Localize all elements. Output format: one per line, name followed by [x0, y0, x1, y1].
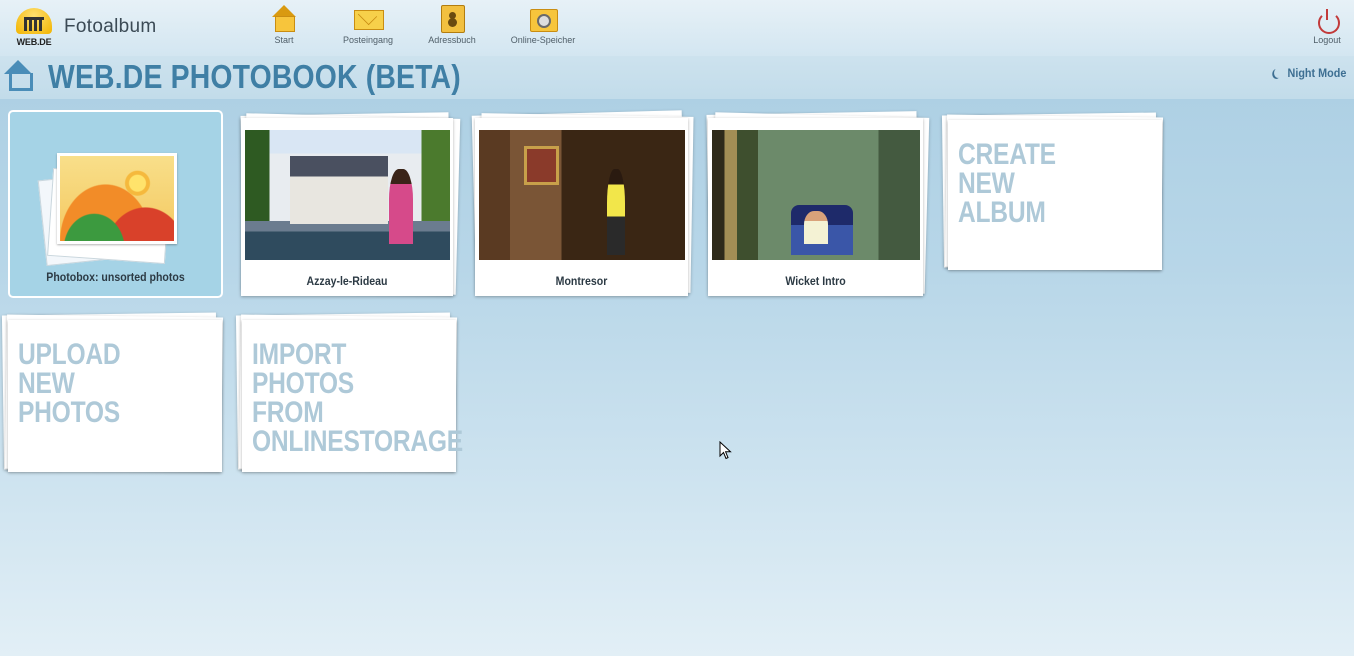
address-book-icon — [438, 5, 466, 33]
album-card: Montresor — [475, 118, 688, 296]
mouse-cursor-icon — [719, 441, 732, 460]
webde-logo[interactable]: WEB.DE — [14, 8, 54, 48]
album-title: Azzay-le-Rideau — [306, 274, 388, 288]
album-card: Azzay-le-Rideau — [241, 118, 453, 296]
album-cover-photo — [712, 130, 920, 260]
upload-photos-label: UPLOAD NEW PHOTOS — [18, 338, 121, 429]
import-photos-label: IMPORT PHOTOS FROM ONLINESTORAGE — [252, 338, 463, 458]
nav-online-speicher[interactable]: Online-Speicher — [507, 5, 579, 45]
action-card: CREATE NEW ALBUM — [948, 120, 1162, 270]
sunset-illustration — [60, 156, 174, 241]
moon-icon — [1274, 68, 1282, 78]
home-icon — [270, 5, 298, 32]
album-title: Wicket Intro — [785, 274, 846, 288]
album-cover-photo — [245, 130, 450, 260]
mail-icon — [354, 5, 384, 31]
online-storage-icon — [529, 5, 558, 32]
webde-logo-icon — [16, 8, 52, 34]
album-card: Wicket Intro — [708, 118, 923, 296]
nav-posteingang[interactable]: Posteingang — [340, 5, 396, 45]
night-mode-toggle[interactable]: Night Mode — [1274, 66, 1346, 80]
nav-posteingang-label: Posteingang — [342, 35, 394, 45]
nav-adressbuch-label: Adressbuch — [428, 35, 476, 45]
import-photos-tile[interactable]: IMPORT PHOTOS FROM ONLINESTORAGE — [234, 312, 463, 476]
home-icon[interactable] — [4, 60, 33, 91]
nav-start[interactable]: Start — [268, 5, 300, 45]
app-title: Fotoalbum — [64, 16, 157, 37]
night-mode-label: Night Mode — [1287, 66, 1346, 80]
upload-photos-tile[interactable]: UPLOAD NEW PHOTOS — [0, 312, 228, 476]
action-card: IMPORT PHOTOS FROM ONLINESTORAGE — [242, 320, 463, 472]
top-navigation-bar: WEB.DE Fotoalbum Start Posteingang Adres… — [0, 0, 1354, 56]
logout-label: Logout — [1313, 35, 1341, 45]
power-icon — [1317, 9, 1340, 34]
photobox-label: Photobox: unsorted photos — [46, 270, 185, 284]
nav-online-speicher-label: Online-Speicher — [510, 35, 576, 45]
webde-logo-text: WEB.DE — [16, 37, 52, 47]
logout-button[interactable]: Logout — [1309, 9, 1345, 45]
title-bar: WEB.DE PHOTOBOOK (BETA) Night Mode — [0, 56, 1354, 99]
album-tile[interactable]: Wicket Intro — [703, 110, 930, 298]
album-tile[interactable]: Azzay-le-Rideau — [236, 110, 461, 298]
album-title: Montresor — [555, 274, 608, 288]
nav-start-label: Start — [274, 35, 294, 45]
nav-adressbuch[interactable]: Adressbuch — [424, 5, 480, 45]
photobox-thumbnail — [57, 153, 177, 244]
action-card: UPLOAD NEW PHOTOS — [8, 320, 222, 472]
create-album-label: CREATE NEW ALBUM — [958, 138, 1056, 229]
create-album-tile[interactable]: CREATE NEW ALBUM — [940, 112, 1166, 276]
album-tile[interactable]: Montresor — [470, 110, 694, 298]
photobox-tile[interactable]: Photobox: unsorted photos — [8, 110, 223, 298]
album-cover-photo — [479, 130, 685, 260]
page-title: WEB.DE PHOTOBOOK (BETA) — [48, 58, 461, 95]
